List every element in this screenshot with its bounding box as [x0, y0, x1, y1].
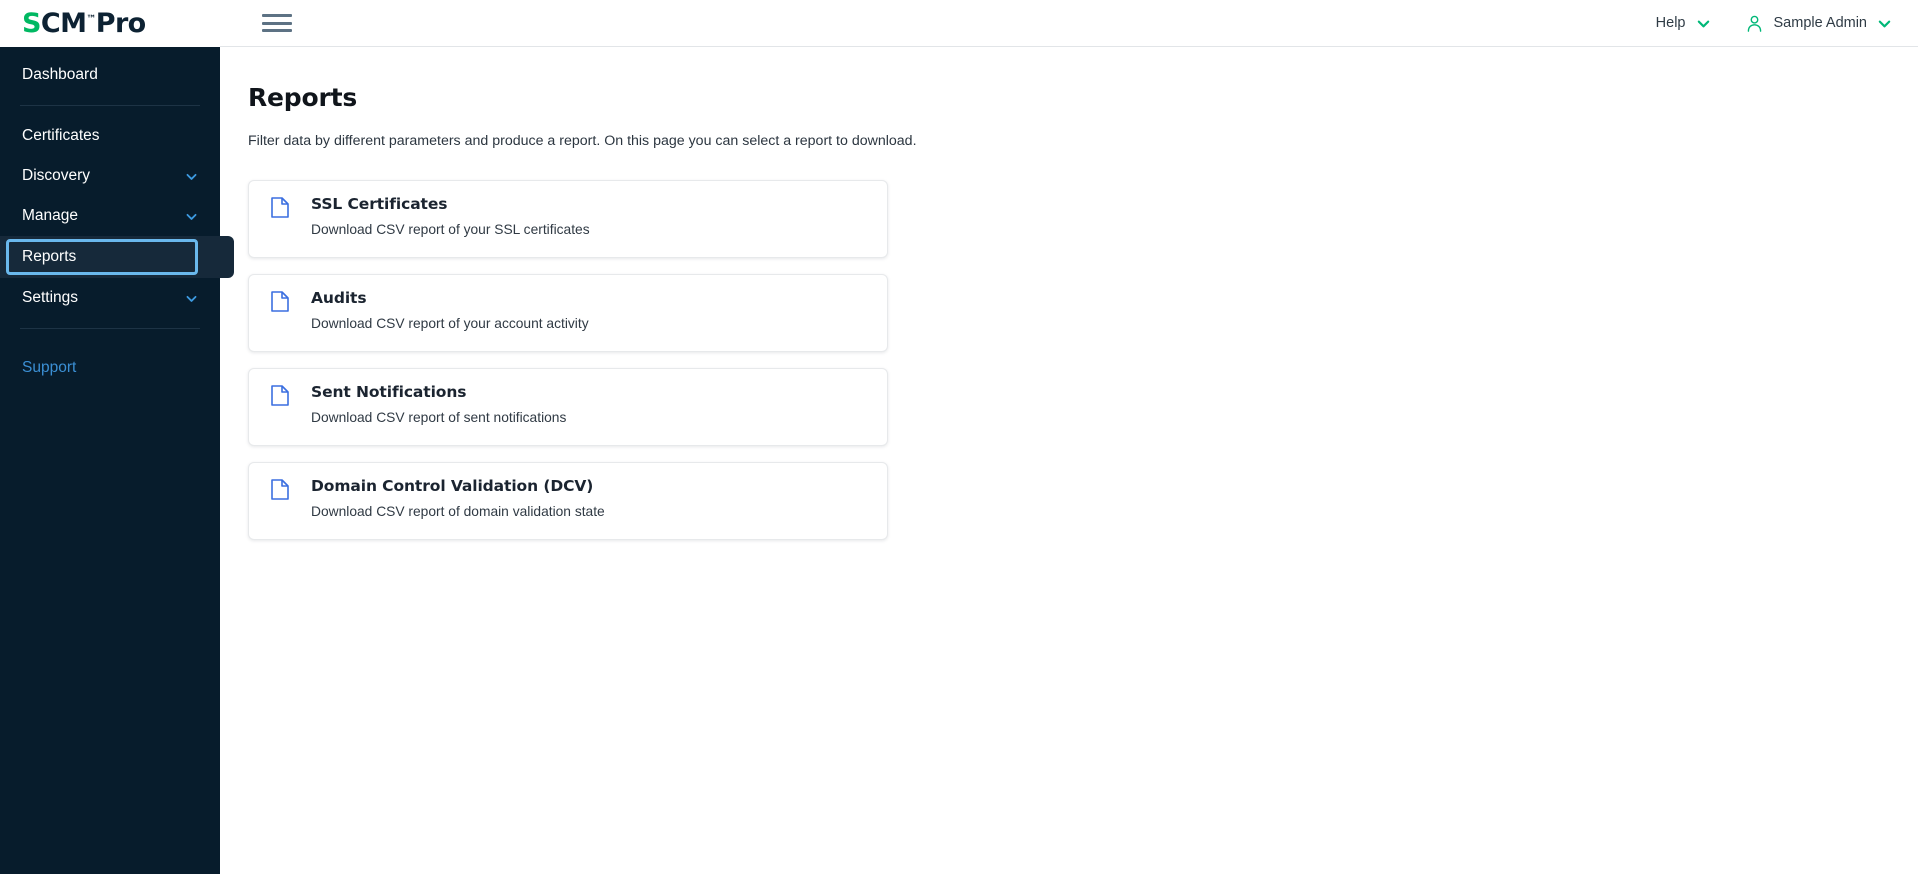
- sidebar-item-certificates[interactable]: Certificates: [0, 116, 220, 156]
- sidebar-item-reports[interactable]: Reports: [0, 236, 234, 278]
- page-description: Filter data by different parameters and …: [248, 133, 917, 149]
- hamburger-line: [262, 29, 292, 32]
- brand-logo[interactable]: SCM™Pro: [0, 0, 220, 47]
- document-icon: [271, 197, 289, 219]
- report-card-subtitle: Download CSV report of sent notification…: [311, 409, 567, 425]
- sidebar-item-label: Discovery: [22, 167, 91, 185]
- sidebar-item-label: Dashboard: [22, 66, 98, 84]
- report-card-subtitle: Download CSV report of your SSL certific…: [311, 221, 590, 237]
- help-label: Help: [1655, 15, 1686, 31]
- document-icon: [271, 479, 289, 501]
- main-content: Reports Filter data by different paramet…: [220, 47, 1918, 874]
- report-card-subtitle: Download CSV report of domain validation…: [311, 503, 605, 519]
- logo-word-pro: Pro: [95, 8, 146, 39]
- document-icon: [271, 291, 289, 313]
- hamburger-icon[interactable]: [262, 12, 292, 34]
- sidebar-divider-top: [20, 105, 200, 106]
- report-card-title: Audits: [311, 289, 367, 308]
- logo-letter-s: S: [22, 8, 41, 39]
- sidebar-item-label: Manage: [22, 207, 79, 225]
- sidebar-divider-bottom: [20, 328, 200, 329]
- sidebar-item-label: Certificates: [22, 127, 100, 145]
- user-label: Sample Admin: [1773, 15, 1868, 31]
- logo-text: SCM™Pro: [22, 10, 146, 37]
- sidebar-item-discovery[interactable]: Discovery: [0, 156, 220, 196]
- hamburger-line: [262, 14, 292, 17]
- report-card-audits[interactable]: Audits Download CSV report of your accou…: [248, 274, 888, 353]
- document-icon: [271, 385, 289, 407]
- sidebar-item-label: Settings: [22, 289, 79, 307]
- report-card-title: Domain Control Validation (DCV): [311, 477, 594, 496]
- sidebar-support-link[interactable]: Support: [0, 359, 98, 377]
- report-card-domain-control-validation[interactable]: Domain Control Validation (DCV) Download…: [248, 462, 888, 541]
- header-actions: Help Sample Admin: [1656, 14, 1892, 33]
- chevron-down-icon: [185, 170, 198, 183]
- sidebar-item-manage[interactable]: Manage: [0, 196, 220, 236]
- report-card-ssl-certificates[interactable]: SSL Certificates Download CSV report of …: [248, 180, 888, 259]
- report-card-sent-notifications[interactable]: Sent Notifications Download CSV report o…: [248, 368, 888, 447]
- chevron-down-icon: [185, 210, 198, 223]
- logo-trademark: ™: [86, 14, 96, 25]
- sidebar: SCM™Pro Dashboard Certificates Discovery…: [0, 0, 234, 874]
- top-header: Help Sample Admin: [220, 0, 1918, 47]
- sidebar-nav: Dashboard Certificates Discovery Manage: [0, 47, 234, 377]
- chevron-down-icon: [1877, 16, 1892, 31]
- chevron-down-icon: [1696, 16, 1711, 31]
- user-menu[interactable]: Sample Admin: [1745, 14, 1893, 33]
- page-title: Reports: [248, 83, 358, 112]
- sidebar-item-label: Reports: [22, 248, 77, 266]
- app-root: SCM™Pro Dashboard Certificates Discovery…: [0, 0, 1918, 874]
- person-icon: [1745, 14, 1764, 33]
- report-card-title: Sent Notifications: [311, 383, 467, 402]
- report-card-title: SSL Certificates: [311, 195, 448, 214]
- report-card-subtitle: Download CSV report of your account acti…: [311, 315, 589, 331]
- sidebar-item-settings[interactable]: Settings: [0, 278, 220, 318]
- chevron-down-icon: [185, 292, 198, 305]
- hamburger-line: [262, 21, 292, 25]
- report-card-list: SSL Certificates Download CSV report of …: [248, 180, 888, 541]
- help-menu[interactable]: Help: [1656, 15, 1711, 31]
- sidebar-item-dashboard[interactable]: Dashboard: [0, 55, 220, 95]
- logo-letters-cm: CM: [40, 8, 87, 39]
